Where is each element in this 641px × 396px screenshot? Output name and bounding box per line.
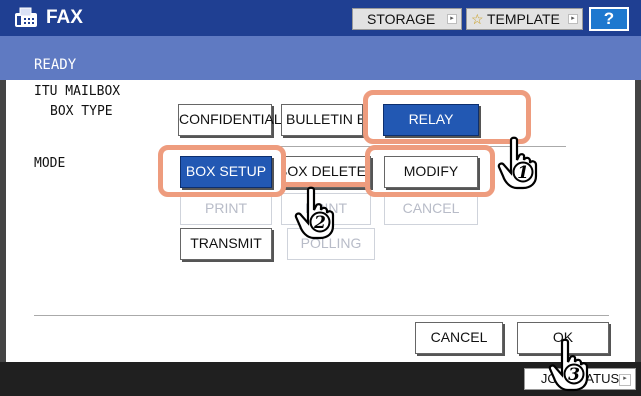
cancel-mode-button: CANCEL — [384, 193, 478, 225]
star-icon: ☆ — [471, 11, 484, 27]
cancel-button[interactable]: CANCEL — [415, 322, 503, 354]
fax-panel: FAX STORAGE ▸ ☆ TEMPLATE ▸ ? READY ITU M… — [0, 0, 641, 396]
box-setup-highlight — [158, 145, 286, 197]
step-number: 2 — [313, 213, 326, 233]
template-button[interactable]: ☆ TEMPLATE ▸ — [466, 8, 583, 30]
modify-highlight — [365, 145, 495, 197]
mode-label: MODE — [34, 156, 66, 171]
right-frame — [635, 80, 641, 362]
storage-label: STORAGE — [367, 11, 436, 27]
chevron-right-icon: ▸ — [447, 14, 457, 24]
template-label: TEMPLATE — [487, 11, 560, 27]
bulletin-board-button[interactable]: BULLETIN BD — [281, 104, 363, 136]
bulletin-board-label: BULLETIN BD — [286, 111, 362, 127]
box-type-label: BOX TYPE — [50, 104, 113, 119]
step-number: 3 — [568, 365, 580, 385]
title-bar: FAX STORAGE ▸ ☆ TEMPLATE ▸ ? — [0, 0, 641, 36]
transmit-button[interactable]: TRANSMIT — [180, 228, 272, 260]
print-button: PRINT — [180, 193, 272, 225]
step-number: 1 — [517, 163, 529, 183]
status-bar — [0, 36, 641, 80]
confidential-button[interactable]: CONFIDENTIAL — [178, 104, 282, 136]
left-frame — [0, 80, 6, 362]
actions-divider — [34, 315, 609, 316]
fax-icon — [15, 7, 37, 27]
chevron-right-icon: ▸ — [619, 374, 631, 386]
pointing-hand-icon: 1 — [497, 136, 538, 190]
storage-button[interactable]: STORAGE ▸ — [352, 8, 462, 30]
help-button[interactable]: ? — [589, 7, 629, 31]
chevron-right-icon: ▸ — [568, 14, 578, 24]
section-title: ITU MAILBOX — [34, 84, 121, 99]
pointing-hand-icon: 2 — [294, 186, 335, 240]
pointing-hand-icon: 3 — [548, 338, 589, 392]
page-title: FAX — [46, 7, 83, 28]
status-text: READY — [34, 57, 77, 73]
